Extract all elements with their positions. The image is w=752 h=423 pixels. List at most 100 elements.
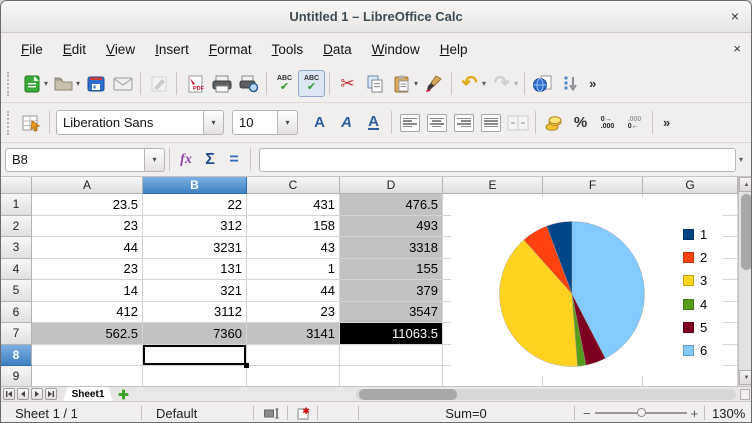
- cell-A2[interactable]: 23: [32, 216, 143, 238]
- horizontal-scrollbar-thumb[interactable]: [359, 389, 457, 400]
- merge-cells-button[interactable]: [504, 109, 531, 136]
- document-close-icon[interactable]: ×: [733, 41, 741, 56]
- cell-C2[interactable]: 158: [247, 216, 340, 238]
- row-header-4[interactable]: 4: [1, 259, 32, 281]
- toolbar-grip[interactable]: [7, 72, 14, 96]
- cell-B5[interactable]: 321: [143, 280, 247, 302]
- sum-status[interactable]: Sum=0: [358, 402, 574, 423]
- font-name-dropdown-icon[interactable]: ▾: [204, 110, 224, 135]
- cell-cursor-handle[interactable]: [244, 363, 249, 368]
- embedded-pie-chart[interactable]: 123456: [451, 197, 723, 376]
- column-header-E[interactable]: E: [443, 177, 543, 194]
- sheet-number-status[interactable]: Sheet 1 / 1: [15, 402, 78, 423]
- row-header-2[interactable]: 2: [1, 216, 32, 238]
- cell-C3[interactable]: 43: [247, 237, 340, 259]
- cell-A6[interactable]: 412: [32, 302, 143, 324]
- sort-ascending-button[interactable]: [556, 70, 583, 97]
- bold-button[interactable]: A: [306, 109, 333, 136]
- cell-A9[interactable]: [32, 366, 143, 386]
- vertical-scrollbar[interactable]: ▲ ▼: [738, 177, 752, 386]
- last-sheet-button[interactable]: [45, 388, 57, 400]
- column-header-D[interactable]: D: [340, 177, 443, 194]
- selection-mode-button[interactable]: [264, 402, 281, 423]
- menu-edit[interactable]: Edit: [53, 38, 96, 61]
- cell-A1[interactable]: 23.5: [32, 194, 143, 216]
- cell-D7[interactable]: 11063.5: [340, 323, 443, 345]
- add-decimal-button[interactable]: 0→ .000: [594, 109, 621, 136]
- align-center-button[interactable]: [423, 109, 450, 136]
- open-button[interactable]: [50, 70, 77, 97]
- cell-A7[interactable]: 562.5: [32, 323, 143, 345]
- sheet-tab-sheet1[interactable]: Sheet1: [63, 387, 113, 401]
- cell-A4[interactable]: 23: [32, 259, 143, 281]
- column-header-B[interactable]: B: [143, 177, 247, 194]
- cell-D4[interactable]: 155: [340, 259, 443, 281]
- cut-button[interactable]: ✂: [334, 70, 361, 97]
- cell-B6[interactable]: 3112: [143, 302, 247, 324]
- toolbar-overflow-button[interactable]: »: [663, 115, 670, 130]
- row-header-8[interactable]: 8: [1, 345, 32, 367]
- cell-D3[interactable]: 3318: [340, 237, 443, 259]
- sum-button[interactable]: Σ: [198, 148, 222, 172]
- italic-button[interactable]: A: [333, 109, 360, 136]
- horizontal-scrollbar[interactable]: [356, 389, 736, 400]
- cell-D9[interactable]: [340, 366, 443, 386]
- zoom-out-icon[interactable]: −: [583, 406, 591, 421]
- column-header-C[interactable]: C: [247, 177, 340, 194]
- cell-C1[interactable]: 431: [247, 194, 340, 216]
- previous-sheet-button[interactable]: [17, 388, 29, 400]
- font-name-combobox[interactable]: Liberation Sans ▾: [56, 110, 224, 135]
- cell-D8[interactable]: [340, 345, 443, 367]
- toolbar-grip[interactable]: [7, 111, 14, 135]
- function-wizard-button[interactable]: fx: [174, 148, 198, 172]
- add-sheet-button[interactable]: [115, 388, 131, 401]
- new-document-button[interactable]: [18, 70, 45, 97]
- row-header-9[interactable]: 9: [1, 366, 32, 386]
- print-button[interactable]: [208, 70, 235, 97]
- row-header-3[interactable]: 3: [1, 237, 32, 259]
- column-header-A[interactable]: A: [32, 177, 143, 194]
- redo-button[interactable]: ↷: [488, 70, 515, 97]
- menu-window[interactable]: Window: [362, 38, 430, 61]
- currency-format-button[interactable]: [540, 109, 567, 136]
- auto-spellcheck-button[interactable]: ABC ✔: [298, 70, 325, 97]
- paste-button[interactable]: [388, 70, 415, 97]
- font-size-dropdown-icon[interactable]: ▾: [278, 110, 298, 135]
- font-size-value[interactable]: 10: [232, 110, 278, 135]
- zoom-slider-handle[interactable]: [637, 408, 646, 417]
- input-line-expand-icon[interactable]: ▾: [739, 155, 743, 164]
- zoom-in-icon[interactable]: +: [691, 406, 699, 421]
- document-modified-button[interactable]: ✱: [297, 402, 312, 423]
- cell-B2[interactable]: 312: [143, 216, 247, 238]
- row-header-7[interactable]: 7: [1, 323, 32, 345]
- cell-D2[interactable]: 493: [340, 216, 443, 238]
- menu-insert[interactable]: Insert: [145, 38, 199, 61]
- font-size-combobox[interactable]: 10 ▾: [232, 110, 298, 135]
- font-name-value[interactable]: Liberation Sans: [56, 110, 204, 135]
- column-header-F[interactable]: F: [543, 177, 643, 194]
- column-header-G[interactable]: G: [643, 177, 738, 194]
- menu-view[interactable]: View: [96, 38, 145, 61]
- window-close-icon[interactable]: ×: [731, 9, 739, 23]
- styles-button[interactable]: [18, 109, 45, 136]
- save-button[interactable]: [82, 70, 109, 97]
- export-pdf-button[interactable]: PDF: [181, 70, 208, 97]
- justify-button[interactable]: [477, 109, 504, 136]
- first-sheet-button[interactable]: [3, 388, 15, 400]
- cell-C4[interactable]: 1: [247, 259, 340, 281]
- align-right-button[interactable]: [450, 109, 477, 136]
- cell-B8[interactable]: [143, 345, 247, 367]
- cell-B7[interactable]: 7360: [143, 323, 247, 345]
- percent-format-button[interactable]: %: [567, 109, 594, 136]
- toolbar-overflow-button[interactable]: »: [589, 76, 596, 91]
- email-button[interactable]: [109, 70, 136, 97]
- cell-B3[interactable]: 3231: [143, 237, 247, 259]
- scroll-up-icon[interactable]: ▲: [739, 177, 752, 192]
- row-header-1[interactable]: 1: [1, 194, 32, 216]
- menu-help[interactable]: Help: [430, 38, 478, 61]
- select-all-corner[interactable]: [1, 177, 32, 194]
- underline-button[interactable]: A: [360, 109, 387, 136]
- menu-format[interactable]: Format: [199, 38, 262, 61]
- zoom-slider-track[interactable]: [595, 412, 687, 414]
- copy-button[interactable]: [361, 70, 388, 97]
